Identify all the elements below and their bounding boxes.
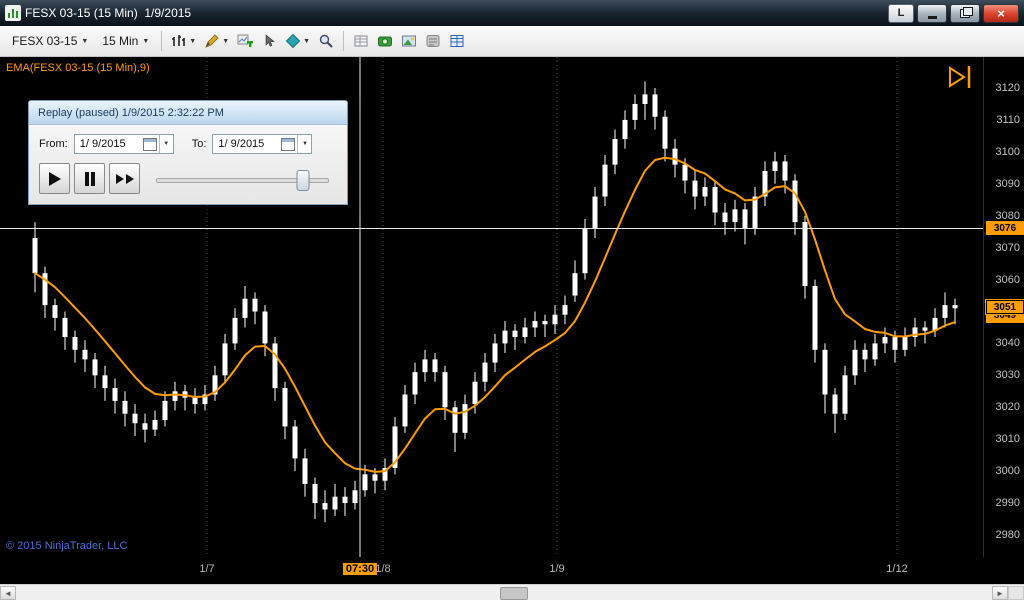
- chart-area: EMA(FESX 03-15 (15 Min),9) © 2015 NinjaT…: [0, 57, 1024, 557]
- price-axis-label: 2990: [995, 497, 1020, 510]
- maximize-button[interactable]: [950, 3, 980, 23]
- indicator-label: EMA(FESX 03-15 (15 Min),9): [6, 62, 150, 74]
- pencil-icon: [205, 34, 219, 48]
- replay-speed-slider[interactable]: [156, 167, 329, 191]
- price-axis-label: 3080: [995, 209, 1020, 222]
- market-data-button[interactable]: [446, 31, 468, 51]
- calendar-icon: [281, 137, 296, 151]
- properties-button[interactable]: [422, 31, 444, 51]
- price-axis-label: 3030: [995, 369, 1020, 382]
- grid-icon: [354, 35, 368, 47]
- toolbar-separator: [161, 31, 163, 51]
- title-bar[interactable]: FESX 03-15 (15 Min) 1/9/2015 L ×: [0, 0, 1024, 26]
- crosshair-price-tag: 3076: [986, 221, 1024, 236]
- slider-thumb[interactable]: [296, 169, 310, 191]
- minimize-icon: [927, 15, 937, 19]
- chart-style-button[interactable]: ▼: [168, 31, 199, 51]
- chevron-down-icon: ▼: [189, 37, 197, 45]
- minimize-button[interactable]: [917, 3, 947, 23]
- last-price-tag: 3051: [986, 300, 1024, 315]
- pause-button[interactable]: [74, 163, 105, 194]
- fast-forward-icon: [115, 173, 124, 184]
- indicator-plus-icon: [237, 34, 254, 47]
- price-axis-label: 3060: [995, 273, 1020, 286]
- toolbar-separator: [343, 31, 345, 51]
- interval-selector[interactable]: 15 Min ▼: [96, 31, 155, 51]
- chart-toolbar: FESX 03-15 ▼ 15 Min ▼ ▼ ▼ ▼: [0, 26, 1024, 57]
- instrument-selector[interactable]: FESX 03-15 ▼: [6, 31, 94, 51]
- indicators-button[interactable]: [234, 31, 256, 51]
- price-axis-label: 3040: [995, 337, 1020, 350]
- from-date-picker[interactable]: 1/ 9/2015 ▼: [73, 134, 174, 154]
- scrollbar-corner: [1008, 586, 1024, 600]
- time-axis-label: 1/9: [549, 563, 565, 575]
- price-axis-label: 3100: [995, 145, 1020, 158]
- chevron-down-icon: ▼: [142, 37, 150, 45]
- chevron-down-icon[interactable]: ▼: [297, 135, 311, 153]
- price-axis-label: 3070: [995, 241, 1020, 254]
- calendar-icon: [142, 137, 157, 151]
- cursor-button[interactable]: [258, 31, 280, 51]
- table-icon: [450, 35, 464, 47]
- fast-forward-icon: [125, 173, 134, 184]
- drawing-tools-button[interactable]: ▼: [201, 31, 232, 51]
- copyright-label: © 2015 NinjaTrader, LLC: [6, 540, 128, 552]
- chevron-down-icon: ▼: [222, 37, 230, 45]
- chart-window: FESX 03-15 (15 Min) 1/9/2015 L × FESX 03…: [0, 0, 1024, 600]
- play-button[interactable]: [39, 163, 70, 194]
- picture-icon: [402, 35, 417, 47]
- snapshot-button[interactable]: [374, 31, 396, 51]
- magnifier-icon: [319, 34, 333, 48]
- replay-title-bar[interactable]: Replay (paused) 1/9/2015 2:32:22 PM: [29, 101, 347, 125]
- price-axis-label: 2980: [995, 529, 1020, 541]
- scroll-right-button[interactable]: ►: [992, 586, 1008, 600]
- from-label: From:: [39, 138, 68, 150]
- zoom-button[interactable]: [315, 31, 337, 51]
- time-axis-label: 1/7: [199, 563, 215, 575]
- price-axis-label: 3120: [995, 82, 1020, 94]
- scrollbar-thumb[interactable]: [500, 587, 528, 600]
- to-label: To:: [191, 138, 207, 150]
- price-axis-label: 3000: [995, 465, 1020, 478]
- to-date-picker[interactable]: 1/ 9/2015 ▼: [212, 134, 313, 154]
- app-icon: [5, 5, 21, 21]
- price-axis-label: 3020: [995, 401, 1020, 414]
- play-icon: [48, 171, 61, 186]
- pause-icon: [90, 171, 95, 186]
- time-axis-label: 1/12: [886, 563, 908, 575]
- replay-title: Replay (paused) 1/9/2015 2:32:22 PM: [38, 106, 224, 119]
- chevron-down-icon[interactable]: ▼: [158, 135, 173, 153]
- close-button[interactable]: ×: [983, 3, 1019, 23]
- replay-panel: Replay (paused) 1/9/2015 2:32:22 PM From…: [28, 100, 348, 205]
- camera-icon: [378, 36, 393, 47]
- to-date-value: 1/ 9/2015: [218, 138, 265, 150]
- data-grid-button[interactable]: [350, 31, 372, 51]
- time-axis[interactable]: 1/7 07:30 1/8 1/9 1/12: [0, 557, 1024, 584]
- time-axis-label: 07:30: [342, 563, 378, 575]
- chevron-down-icon: ▼: [303, 37, 311, 45]
- chevron-down-icon: ▼: [81, 37, 89, 45]
- window-title: FESX 03-15 (15 Min) 1/9/2015: [25, 6, 192, 20]
- replay-marker-icon: [949, 66, 971, 88]
- restore-icon: [960, 6, 973, 18]
- from-date-value: 1/ 9/2015: [79, 138, 126, 150]
- time-axis-label: 1/8: [375, 563, 391, 575]
- price-axis-label: 3010: [995, 433, 1020, 446]
- bar-chart-icon: [172, 35, 186, 46]
- link-button[interactable]: L: [888, 3, 914, 23]
- price-axis-label: 3110: [996, 113, 1020, 126]
- fast-forward-button[interactable]: [109, 163, 140, 194]
- replay-body: From: 1/ 9/2015 ▼ To: 1/ 9/2015 ▼: [29, 125, 347, 204]
- pointer-icon: [265, 34, 275, 47]
- chart-image-button[interactable]: [398, 31, 420, 51]
- pause-icon: [84, 171, 89, 186]
- scroll-left-button[interactable]: ◄: [0, 586, 16, 600]
- properties-icon: [426, 35, 440, 47]
- horizontal-scrollbar[interactable]: ◄ ►: [0, 584, 1024, 600]
- price-axis-label: 3090: [995, 177, 1020, 190]
- compass-icon: [285, 33, 301, 49]
- crosshair-button[interactable]: ▼: [282, 31, 313, 51]
